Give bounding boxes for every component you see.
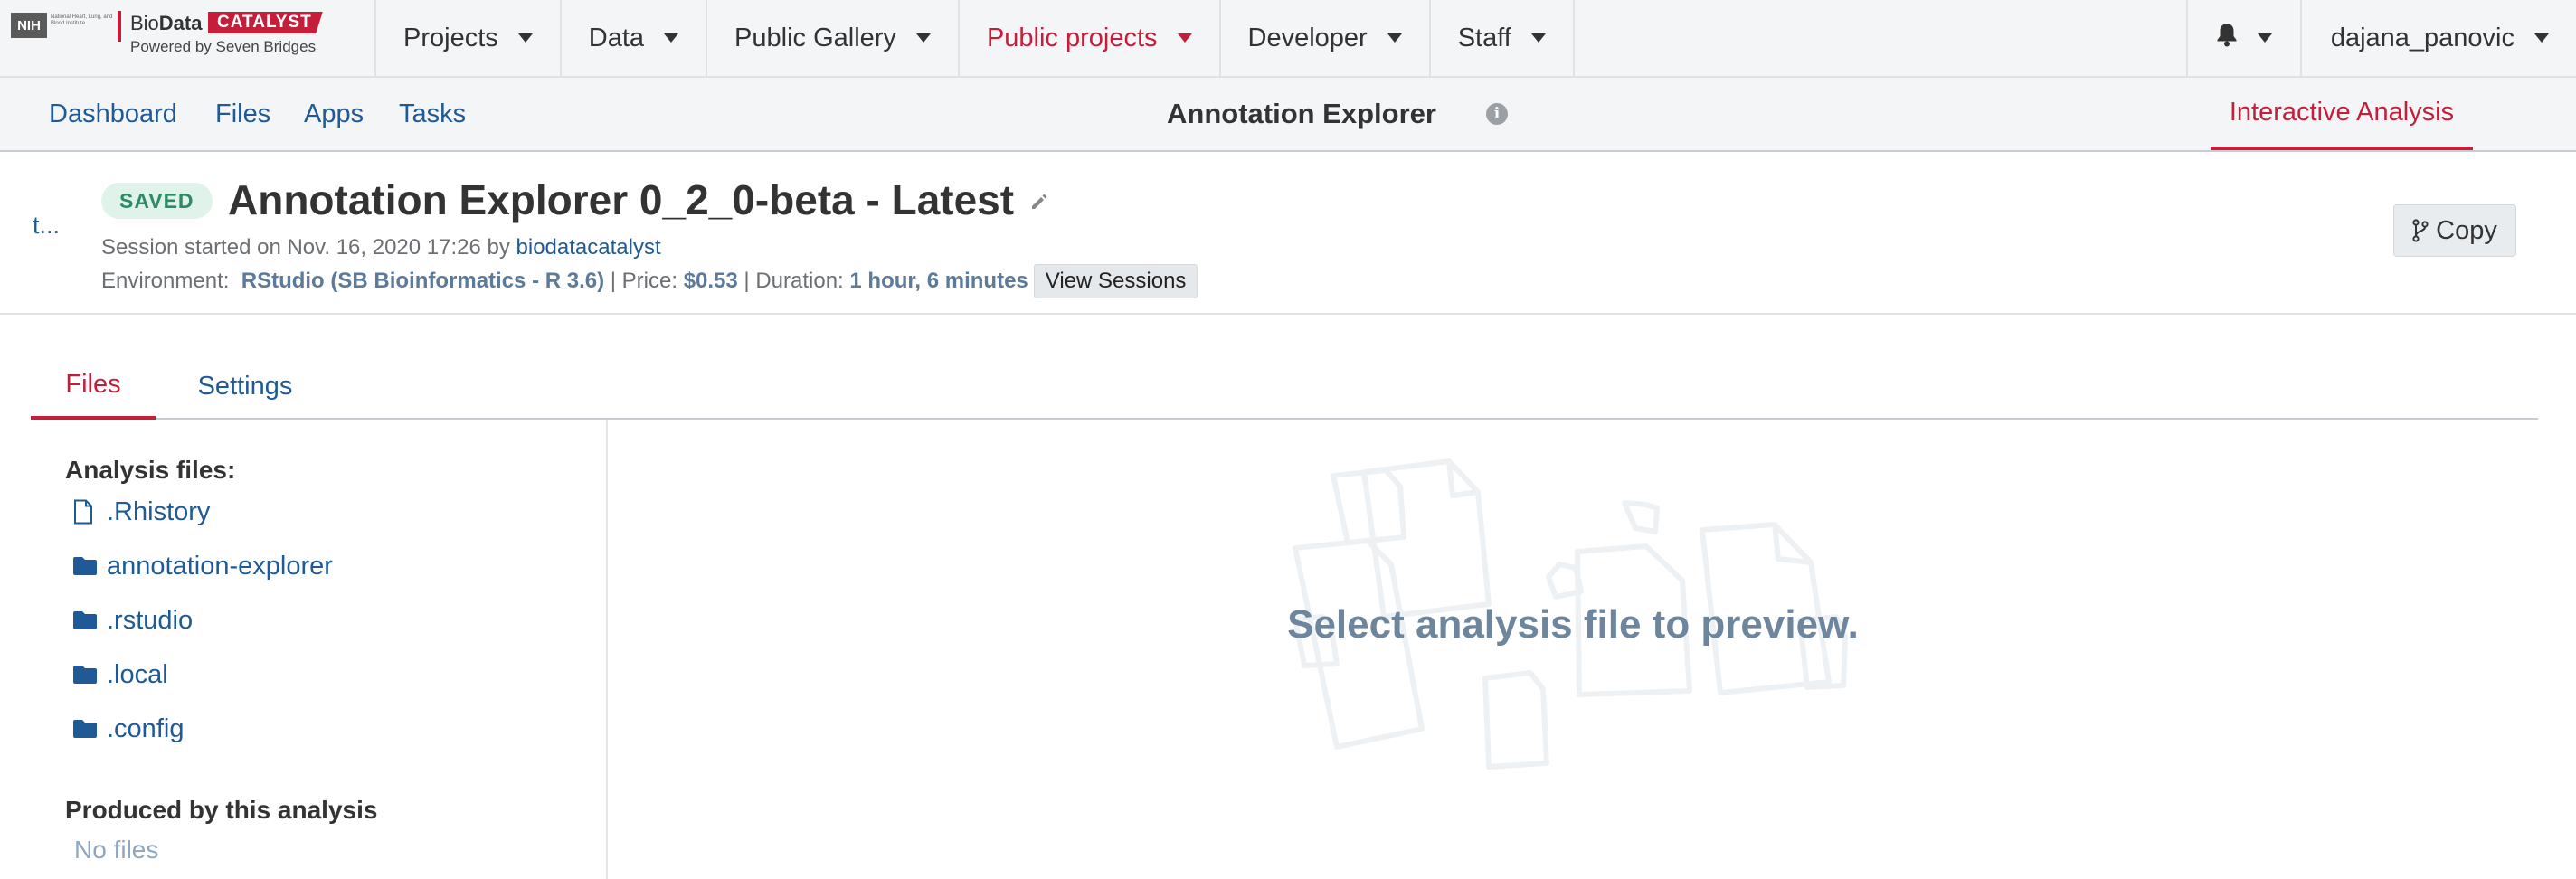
copy-button-label: Copy [2436,215,2497,245]
chevron-down-icon [2534,33,2549,43]
subnav-apps[interactable]: Apps [304,99,364,129]
nav-staff[interactable]: Staff [1431,0,1575,76]
username: dajana_panovic [2330,23,2514,52]
session-header: t... SAVED Annotation Explorer 0_2_0-bet… [0,152,2576,315]
list-item[interactable]: .config [72,711,184,747]
nav-data-label: Data [588,23,645,52]
chevron-down-icon [1177,33,1192,43]
chevron-down-icon [1530,33,1546,43]
logo-divider [118,11,121,42]
notifications-menu[interactable] [2188,0,2302,76]
produced-files-heading: Produced by this analysis [65,796,378,824]
user-menu[interactable]: dajana_panovic [2302,0,2576,76]
subnav-dashboard[interactable]: Dashboard [49,99,177,129]
brand-powered-by: Powered by Seven Bridges [130,38,317,55]
session-details: Environment: RStudio (SB Bioinformatics … [101,264,1198,298]
session-started-text: Session started on Nov. 16, 2020 17:26 b… [101,235,516,260]
list-item[interactable]: .local [72,657,168,693]
nav-projects[interactable]: Projects [376,0,562,76]
separator: | [737,269,756,293]
nav-public-projects[interactable]: Public projects [960,0,1221,76]
documents-illustration-icon [1293,458,1848,770]
project-subnav: Dashboard Files Apps Tasks Annotation Ex… [0,78,2576,152]
tab-settings[interactable]: Settings [177,353,313,420]
folder-icon [72,665,99,685]
folder-icon [72,610,99,630]
preview-placeholder-text: Select analysis file to preview. [1287,602,1859,647]
copy-button[interactable]: Copy [2393,204,2516,257]
nih-logo: NIH [11,13,47,38]
file-name: .Rhistory [107,496,211,526]
list-item[interactable]: .rstudio [72,602,193,638]
view-sessions-button[interactable]: View Sessions [1033,264,1198,298]
list-item[interactable]: .Rhistory [72,494,210,530]
top-navigation: NIH National Heart, Lung, and Blood Inst… [0,0,2576,78]
nav-public-projects-label: Public projects [986,23,1158,52]
content-tabs: Files Settings [31,353,2538,420]
empty-state-text: No files [74,836,159,864]
nav-projects-label: Projects [403,23,498,52]
chevron-down-icon [664,33,679,43]
info-icon[interactable]: i [1486,103,1508,125]
chevron-down-icon [2257,33,2272,43]
subnav-files[interactable]: Files [215,99,270,129]
separator: | [604,269,622,293]
nav-public-gallery-label: Public Gallery [734,23,896,52]
nav-developer-label: Developer [1247,23,1368,52]
tab-files[interactable]: Files [31,353,156,420]
nav-public-gallery[interactable]: Public Gallery [707,0,960,76]
session-started: Session started on Nov. 16, 2020 17:26 b… [101,235,661,260]
chevron-down-icon [517,33,533,43]
chevron-down-icon [915,33,931,43]
bell-icon [2216,22,2238,54]
project-title: Annotation Explorer [1167,98,1436,129]
list-item[interactable]: annotation-explorer [72,548,333,584]
session-owner-link[interactable]: biodatacatalyst [516,235,661,260]
files-panel: Analysis files: .Rhistory annotation-exp… [31,420,608,879]
duration-label: Duration: [755,269,850,293]
folder-name: annotation-explorer [107,551,333,581]
session-title: Annotation Explorer 0_2_0-beta - Latest [228,176,1015,223]
price-value: $0.53 [683,269,738,293]
brand-bio: BioData [130,12,203,34]
nih-institute-text: National Heart, Lung, and Blood Institut… [51,14,113,26]
biodata-catalyst-logo[interactable]: NIH National Heart, Lung, and Blood Inst… [0,0,376,76]
environment-label: Environment: [101,269,242,293]
price-label: Price: [621,269,684,293]
nav-spacer [1575,0,2188,76]
brand-catalyst: CATALYST [208,12,323,33]
nav-data[interactable]: Data [562,0,708,76]
file-preview-area: Select analysis file to preview. [608,420,2538,879]
environment-value: RStudio (SB Bioinformatics - R 3.6) [241,269,605,293]
tab-interactive-analysis[interactable]: Interactive Analysis [2211,78,2473,150]
subnav-tasks[interactable]: Tasks [399,99,466,129]
folder-name: .rstudio [107,605,194,635]
duration-value: 1 hour, 6 minutes [849,269,1028,293]
analysis-files-heading: Analysis files: [65,456,236,484]
folder-name: .config [107,714,185,743]
folder-icon [72,556,99,576]
file-icon [72,499,99,525]
folder-icon [72,719,99,739]
status-badge: SAVED [101,183,213,219]
edit-pencil-icon[interactable] [1029,192,1049,216]
folder-name: .local [107,659,168,689]
fork-icon [2412,219,2429,242]
chevron-down-icon [1387,33,1402,43]
nav-staff-label: Staff [1457,23,1511,52]
nav-developer[interactable]: Developer [1221,0,1431,76]
back-link[interactable]: t... [33,212,60,240]
